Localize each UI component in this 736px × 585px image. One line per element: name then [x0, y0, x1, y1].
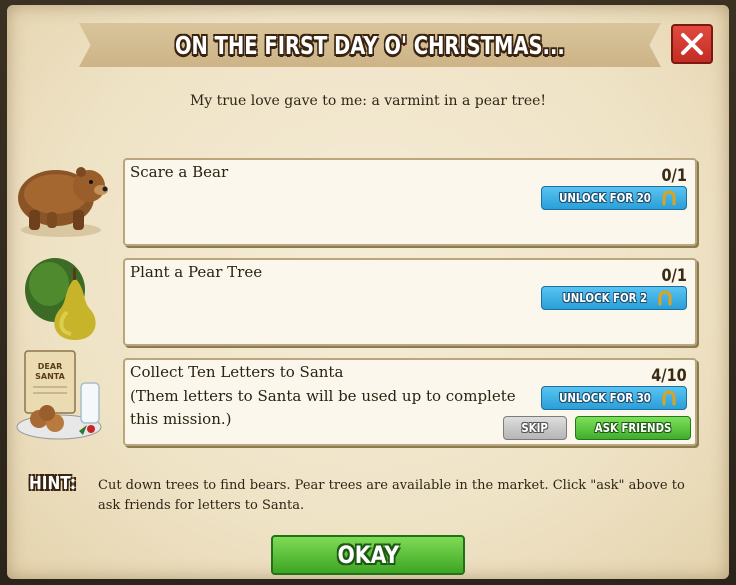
dialog-title: ON THE FIRST DAY O' CHRISTMAS...	[175, 30, 565, 60]
unlock-button-label: UNLOCK FOR 20	[559, 191, 651, 205]
dialog-panel: ON THE FIRST DAY O' CHRISTMAS... My true…	[7, 5, 729, 579]
task-progress: 0/1	[661, 166, 687, 186]
bear-icon	[18, 167, 108, 237]
okay-button-label: OKAY	[337, 541, 399, 569]
task-title: Scare a Bear	[130, 163, 229, 181]
task-card: Plant a Pear Tree 0/1 UNLOCK FOR 2	[123, 258, 697, 346]
unlock-button-label: UNLOCK FOR 30	[559, 391, 651, 405]
pear-tree-icon	[25, 258, 96, 340]
horseshoe-icon	[662, 190, 676, 206]
close-icon	[681, 33, 703, 55]
unlock-button-label: UNLOCK FOR 2	[562, 291, 648, 305]
ask-friends-button-label: ASK FRIENDS	[594, 421, 672, 435]
task-title: Plant a Pear Tree	[130, 263, 263, 281]
unlock-button[interactable]: UNLOCK FOR 20	[541, 186, 687, 210]
dialog-subtitle: My true love gave to me: a varmint in a …	[189, 93, 547, 109]
skip-button-label: SKIP	[521, 421, 549, 435]
horseshoe-icon	[658, 290, 672, 306]
svg-text:DEAR: DEAR	[38, 362, 62, 371]
unlock-button[interactable]: UNLOCK FOR 30	[541, 386, 687, 410]
ask-friends-button[interactable]: ASK FRIENDS	[575, 416, 691, 440]
task-card: Collect Ten Letters to Santa (Them lette…	[123, 358, 697, 446]
hint-text: Cut down trees to find bears. Pear trees…	[98, 478, 685, 513]
svg-text:SANTA: SANTA	[35, 372, 65, 381]
santa-letter-cookies-icon: DEAR SANTA	[16, 350, 102, 440]
title-banner: ON THE FIRST DAY O' CHRISTMAS...	[79, 23, 661, 67]
hint-label: HINT:	[29, 473, 77, 494]
okay-button[interactable]: OKAY	[271, 535, 465, 575]
skip-button[interactable]: SKIP	[503, 416, 567, 440]
task-card: Scare a Bear 0/1 UNLOCK FOR 20	[123, 158, 697, 246]
task-progress: 0/1	[661, 266, 687, 286]
close-button[interactable]	[671, 24, 713, 64]
unlock-button[interactable]: UNLOCK FOR 2	[541, 286, 687, 310]
task-description: (Them letters to Santa will be used up t…	[130, 387, 516, 428]
horseshoe-icon	[662, 390, 676, 406]
task-title: Collect Ten Letters to Santa	[130, 363, 344, 381]
task-progress: 4/10	[651, 366, 687, 386]
